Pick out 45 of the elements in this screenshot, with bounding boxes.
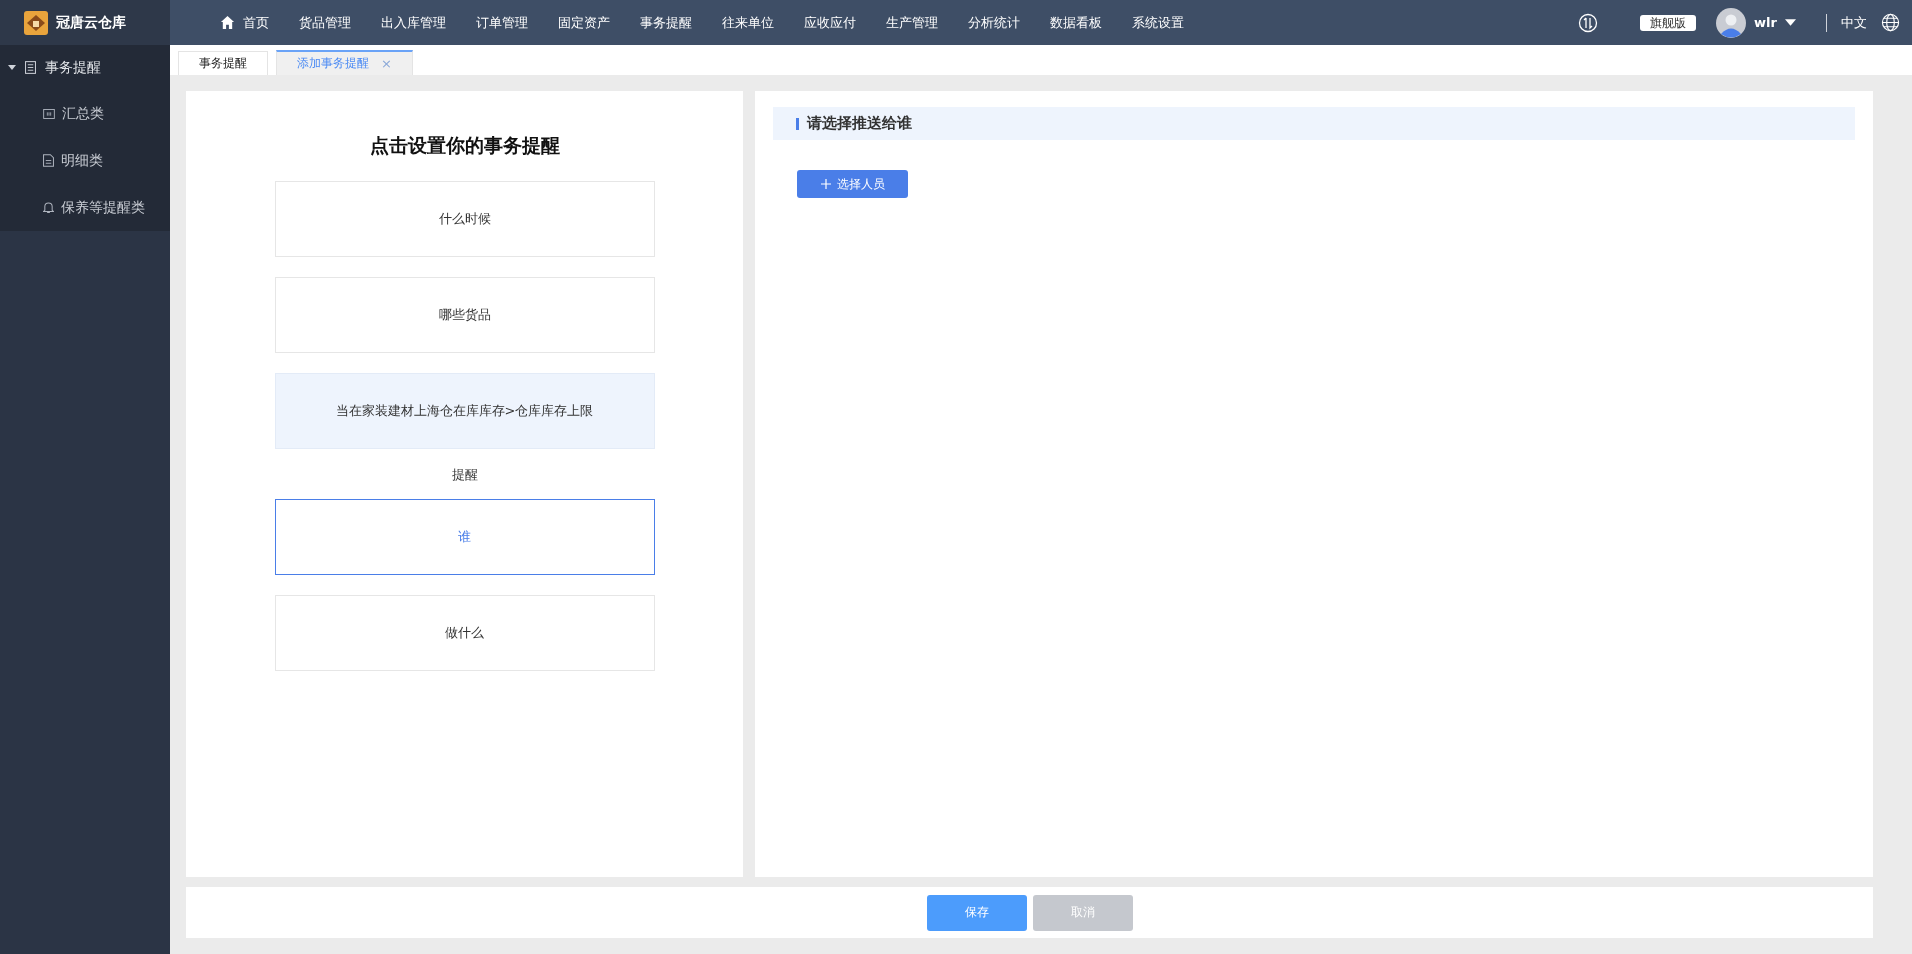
avatar-icon[interactable] xyxy=(1716,7,1747,38)
nav-link[interactable]: 往来单位 xyxy=(722,13,774,32)
bell-icon xyxy=(43,201,54,214)
edition-badge: 旗舰版 xyxy=(1640,14,1697,31)
step-card[interactable]: 哪些货品 xyxy=(274,277,655,353)
section-title: 请选择推送给谁 xyxy=(807,114,912,133)
nav-link[interactable]: 生产管理 xyxy=(886,13,938,32)
step-card[interactable]: 当在家装建材上海仓在库库存>仓库库存上限 xyxy=(274,373,655,449)
panel-icon xyxy=(43,108,55,119)
nav-link[interactable]: 出入库管理 xyxy=(381,13,446,32)
app-name: 冠唐云仓库 xyxy=(56,13,126,32)
step-card[interactable]: 什么时候 xyxy=(274,181,655,257)
nav-link[interactable]: 货品管理 xyxy=(299,13,351,32)
tab[interactable]: 事务提醒 xyxy=(178,51,268,75)
document-icon xyxy=(43,154,54,167)
item-label: 保养等提醒类 xyxy=(61,198,145,217)
sidebar-item[interactable]: 保养等提醒类 xyxy=(0,184,170,231)
nav-link[interactable]: 数据看板 xyxy=(1050,13,1102,32)
item-label: 汇总类 xyxy=(62,104,104,123)
nav-link[interactable]: 事务提醒 xyxy=(640,13,692,32)
globe-icon[interactable] xyxy=(1881,13,1900,32)
nav-link[interactable]: 系统设置 xyxy=(1132,13,1184,32)
item-label: 明细类 xyxy=(61,151,103,170)
nav-link[interactable]: 订单管理 xyxy=(476,13,528,32)
plus-icon xyxy=(820,179,831,189)
language-label[interactable]: 中文 xyxy=(1841,13,1867,32)
home-icon xyxy=(220,15,235,30)
setup-title: 点击设置你的事务提醒 xyxy=(369,133,560,158)
nav-link[interactable]: 固定资产 xyxy=(558,13,610,32)
caret-icon[interactable] xyxy=(1785,19,1796,26)
step-card[interactable]: 做什么 xyxy=(274,595,655,671)
nav-link[interactable]: 应收应付 xyxy=(804,13,856,32)
nav-link[interactable]: 首页 xyxy=(220,13,269,32)
switch-icon[interactable] xyxy=(1578,12,1599,33)
sidebar-item[interactable]: 汇总类 xyxy=(0,90,170,137)
step-card[interactable]: 谁 xyxy=(274,499,655,575)
step-label: 提醒 xyxy=(451,466,478,484)
user-name[interactable]: wlr xyxy=(1754,15,1777,30)
select-people-button[interactable]: 选择人员 xyxy=(797,170,908,198)
sidebar-group[interactable]: 事务提醒 xyxy=(0,45,170,90)
document-icon xyxy=(25,61,36,74)
logo-icon xyxy=(24,10,48,35)
group-label: 事务提醒 xyxy=(45,58,101,77)
sidebar-item[interactable]: 明细类 xyxy=(0,137,170,184)
nav-link[interactable]: 分析统计 xyxy=(968,13,1020,32)
